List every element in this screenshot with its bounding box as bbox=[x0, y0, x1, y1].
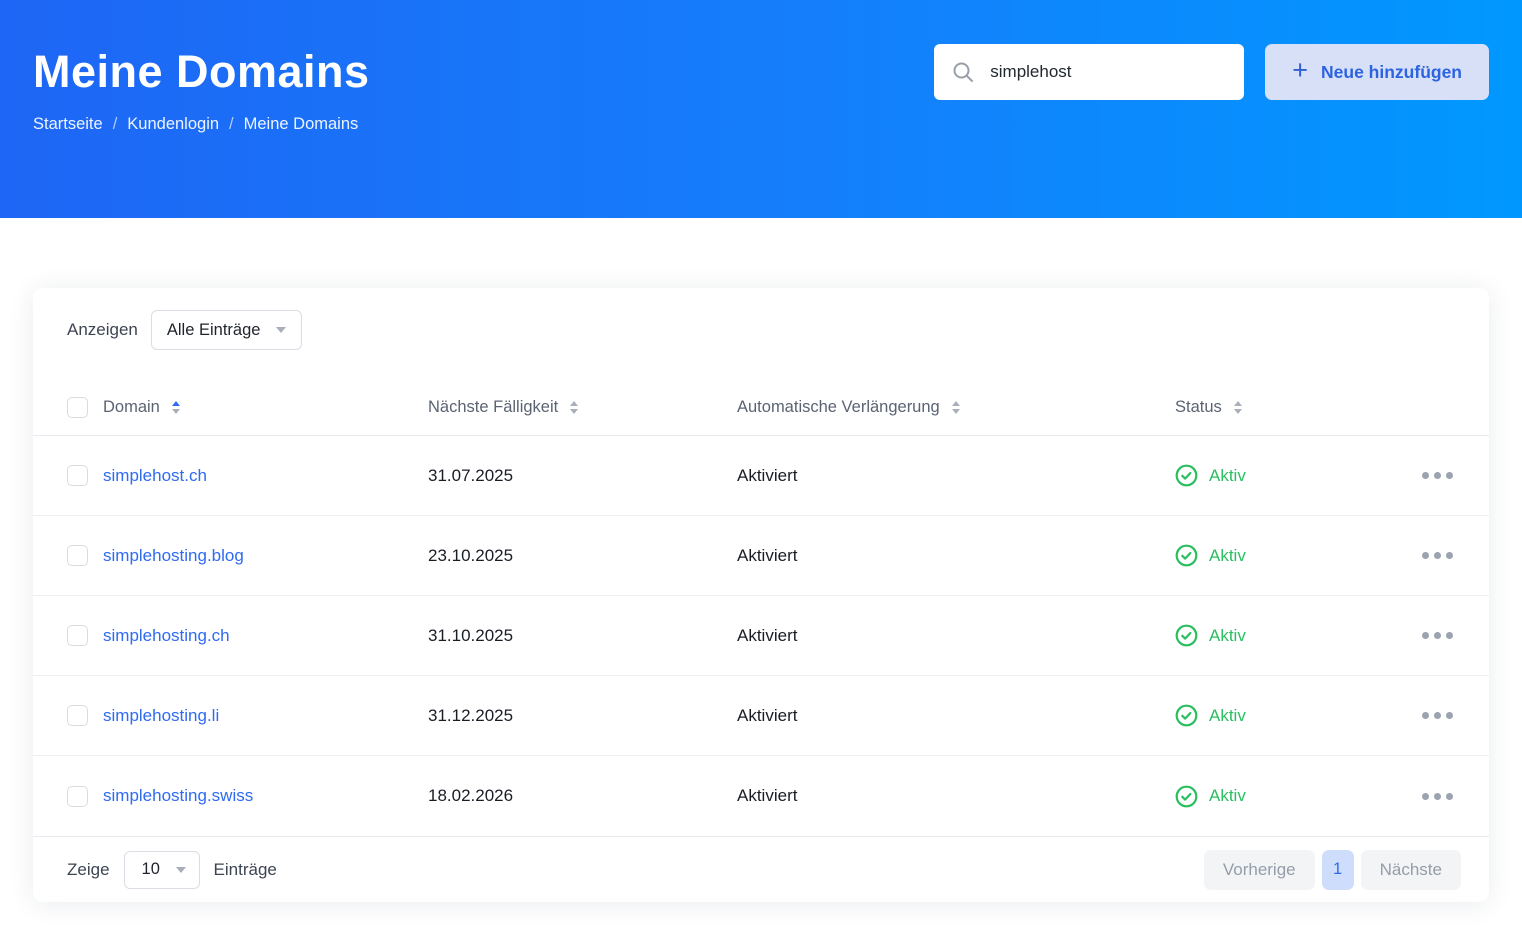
status-badge: Aktiv bbox=[1175, 544, 1389, 567]
chevron-down-icon bbox=[176, 867, 186, 873]
auto-renewal-value: Aktiviert bbox=[737, 786, 1175, 806]
breadcrumb-kundenlogin[interactable]: Kundenlogin bbox=[127, 115, 219, 134]
domain-link[interactable]: simplehosting.ch bbox=[103, 626, 428, 646]
search-input[interactable] bbox=[990, 62, 1228, 82]
check-circle-icon bbox=[1175, 785, 1198, 808]
check-circle-icon bbox=[1175, 704, 1198, 727]
ellipsis-icon bbox=[1422, 552, 1429, 559]
status-label: Aktiv bbox=[1209, 466, 1246, 486]
domain-link[interactable]: simplehost.ch bbox=[103, 466, 428, 486]
page-size-select[interactable]: 10 bbox=[124, 851, 200, 889]
status-label: Aktiv bbox=[1209, 706, 1246, 726]
ellipsis-icon bbox=[1422, 632, 1429, 639]
search-icon bbox=[952, 61, 974, 83]
column-header-auto-renewal[interactable]: Automatische Verlängerung bbox=[737, 398, 1175, 417]
breadcrumb-separator: / bbox=[229, 115, 234, 134]
auto-renewal-value: Aktiviert bbox=[737, 626, 1175, 646]
due-date: 31.10.2025 bbox=[428, 626, 737, 646]
check-circle-icon bbox=[1175, 464, 1198, 487]
breadcrumb-separator: / bbox=[113, 115, 118, 134]
add-domain-button-label: Neue hinzufügen bbox=[1321, 62, 1462, 83]
table-row: simplehosting.li 31.12.2025 Aktiviert Ak… bbox=[33, 676, 1489, 756]
sort-icon[interactable] bbox=[570, 401, 578, 414]
domain-link[interactable]: simplehosting.swiss bbox=[103, 786, 428, 806]
table-row: simplehosting.ch 31.10.2025 Aktiviert Ak… bbox=[33, 596, 1489, 676]
status-badge: Aktiv bbox=[1175, 624, 1389, 647]
status-label: Aktiv bbox=[1209, 786, 1246, 806]
domains-card: Anzeigen Alle Einträge Domain Nächste Fä… bbox=[33, 288, 1489, 902]
row-checkbox[interactable] bbox=[67, 786, 88, 807]
select-all-checkbox[interactable] bbox=[67, 397, 88, 418]
domain-link[interactable]: simplehosting.blog bbox=[103, 546, 428, 566]
status-label: Aktiv bbox=[1209, 546, 1246, 566]
status-badge: Aktiv bbox=[1175, 704, 1389, 727]
table-row: simplehosting.blog 23.10.2025 Aktiviert … bbox=[33, 516, 1489, 596]
add-domain-button[interactable]: + Neue hinzufügen bbox=[1265, 44, 1489, 100]
sort-icon[interactable] bbox=[1234, 401, 1242, 414]
page-size-value: 10 bbox=[142, 860, 160, 879]
ellipsis-icon bbox=[1422, 793, 1429, 800]
page-size-label: Zeige bbox=[67, 860, 110, 880]
row-actions-menu[interactable] bbox=[1389, 793, 1455, 800]
breadcrumb-meine-domains[interactable]: Meine Domains bbox=[244, 115, 359, 134]
plus-icon: + bbox=[1292, 57, 1308, 84]
row-checkbox[interactable] bbox=[67, 465, 88, 486]
row-actions-menu[interactable] bbox=[1389, 552, 1455, 559]
domains-table: Domain Nächste Fälligkeit Automatische V… bbox=[33, 380, 1489, 836]
current-page-button[interactable]: 1 bbox=[1322, 850, 1354, 890]
column-header-domain[interactable]: Domain bbox=[103, 398, 428, 417]
row-checkbox[interactable] bbox=[67, 705, 88, 726]
sort-icon[interactable] bbox=[172, 401, 180, 414]
status-badge: Aktiv bbox=[1175, 464, 1389, 487]
row-actions-menu[interactable] bbox=[1389, 472, 1455, 479]
next-page-button[interactable]: Nächste bbox=[1361, 850, 1461, 890]
status-label: Aktiv bbox=[1209, 626, 1246, 646]
ellipsis-icon bbox=[1422, 712, 1429, 719]
row-checkbox[interactable] bbox=[67, 545, 88, 566]
due-date: 18.02.2026 bbox=[428, 786, 737, 806]
domain-link[interactable]: simplehosting.li bbox=[103, 706, 428, 726]
ellipsis-icon bbox=[1422, 472, 1429, 479]
due-date: 31.12.2025 bbox=[428, 706, 737, 726]
check-circle-icon bbox=[1175, 544, 1198, 567]
table-footer: Zeige 10 Einträge Vorherige 1 Nächste bbox=[33, 836, 1489, 902]
check-circle-icon bbox=[1175, 624, 1198, 647]
row-actions-menu[interactable] bbox=[1389, 712, 1455, 719]
page-title: Meine Domains bbox=[33, 46, 370, 98]
entries-filter-value: Alle Einträge bbox=[167, 321, 261, 340]
row-actions-menu[interactable] bbox=[1389, 632, 1455, 639]
breadcrumb: Startseite / Kundenlogin / Meine Domains bbox=[33, 115, 370, 134]
auto-renewal-value: Aktiviert bbox=[737, 706, 1175, 726]
auto-renewal-value: Aktiviert bbox=[737, 546, 1175, 566]
table-header-row: Domain Nächste Fälligkeit Automatische V… bbox=[33, 380, 1489, 436]
search-box bbox=[934, 44, 1244, 100]
previous-page-button[interactable]: Vorherige bbox=[1204, 850, 1315, 890]
column-header-due-date[interactable]: Nächste Fälligkeit bbox=[428, 398, 737, 417]
pagination: Vorherige 1 Nächste bbox=[1204, 850, 1461, 890]
chevron-down-icon bbox=[276, 327, 286, 333]
entries-filter-select[interactable]: Alle Einträge bbox=[151, 310, 303, 350]
entries-label: Einträge bbox=[214, 860, 277, 880]
filter-label: Anzeigen bbox=[67, 320, 138, 340]
status-badge: Aktiv bbox=[1175, 785, 1389, 808]
due-date: 31.07.2025 bbox=[428, 466, 737, 486]
sort-icon[interactable] bbox=[952, 401, 960, 414]
table-row: simplehost.ch 31.07.2025 Aktiviert Aktiv bbox=[33, 436, 1489, 516]
row-checkbox[interactable] bbox=[67, 625, 88, 646]
table-row: simplehosting.swiss 18.02.2026 Aktiviert… bbox=[33, 756, 1489, 836]
page-header: Meine Domains Startseite / Kundenlogin /… bbox=[0, 0, 1522, 218]
breadcrumb-startseite[interactable]: Startseite bbox=[33, 115, 103, 134]
column-header-status[interactable]: Status bbox=[1175, 398, 1389, 417]
auto-renewal-value: Aktiviert bbox=[737, 466, 1175, 486]
due-date: 23.10.2025 bbox=[428, 546, 737, 566]
